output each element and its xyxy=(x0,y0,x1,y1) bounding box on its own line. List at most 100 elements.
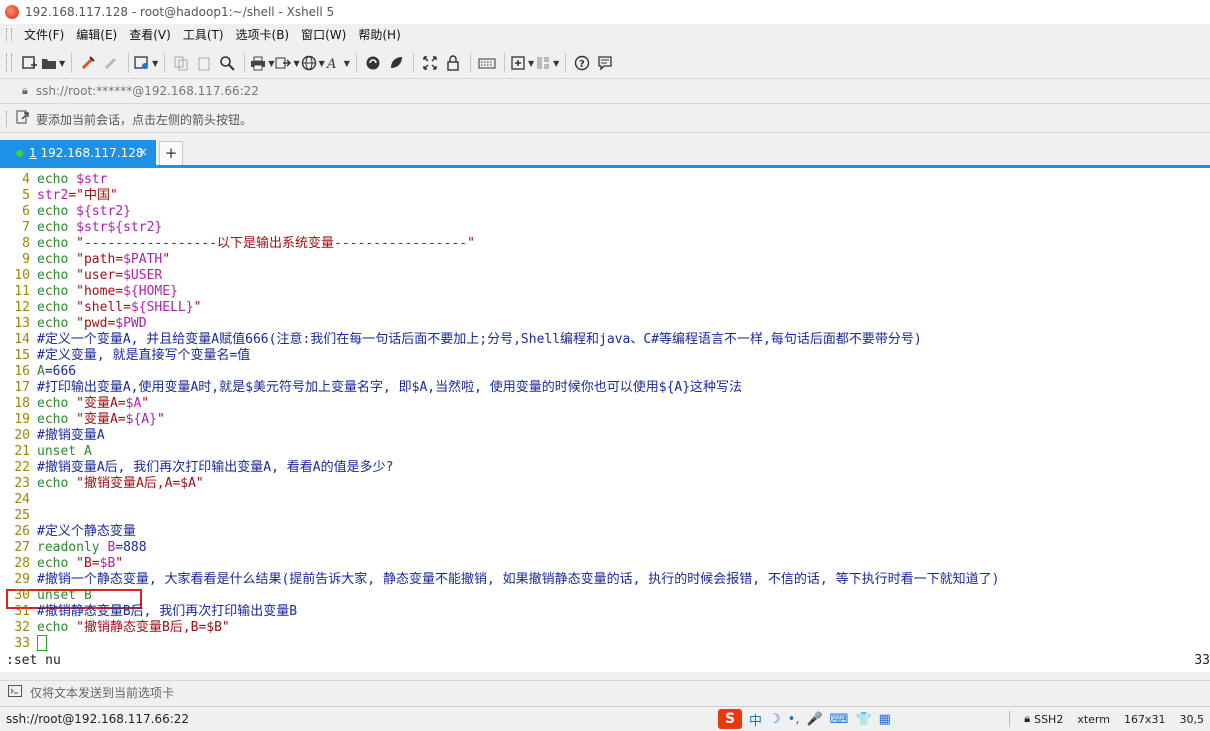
print-icon[interactable]: ▼ xyxy=(250,51,274,75)
code-token: =666 xyxy=(44,364,77,379)
terminal-area[interactable]: :set nu 33 4 echo $str 5 str2="中国" 6 echo ${s… xyxy=(0,168,1210,672)
copy-icon[interactable] xyxy=(170,51,192,75)
toolbar-separator xyxy=(355,53,357,73)
code-token: " xyxy=(193,300,202,315)
connected-status-icon xyxy=(16,149,23,157)
line-number: 22 xyxy=(14,460,30,475)
globe-icon[interactable]: ▼ xyxy=(301,51,325,75)
add-tab-icon[interactable]: ▼ xyxy=(510,51,534,75)
code-token: #定义一个变量A, 并且给变量A赋值666(注意:我们在每一句话后面不要加上;分… xyxy=(37,332,922,347)
code-token: echo xyxy=(37,268,77,283)
code-token: echo xyxy=(37,556,77,571)
add-session-arrow-icon[interactable] xyxy=(16,110,30,128)
code-token: "home= xyxy=(76,284,124,299)
find-icon[interactable] xyxy=(216,51,238,75)
send-text-icon[interactable] xyxy=(8,684,22,700)
terminal-line: 33 xyxy=(0,634,47,652)
sogou-logo-icon[interactable]: S xyxy=(718,709,742,729)
text-cursor xyxy=(37,634,47,651)
terminal-line: 17 #打印输出变量A,使用变量A时,就是$美元符号加上变量名字, 即$A,当然啦… xyxy=(0,380,742,396)
terminal-line: 10 echo "user=$USER xyxy=(0,268,162,284)
toolbar-separator xyxy=(164,53,166,73)
disconnect-icon[interactable] xyxy=(100,51,122,75)
code-token: echo xyxy=(37,252,77,267)
moon-icon[interactable]: ☽ xyxy=(769,712,781,727)
hintbar-grip[interactable] xyxy=(6,111,10,127)
menu-bar: 文件(F) 编辑(E) 查看(V) 工具(T) 选项卡(B) 窗口(W) 帮助(… xyxy=(0,24,1210,46)
skin-icon[interactable]: 👕 xyxy=(855,712,871,727)
terminal-line: 28 echo "B=$B" xyxy=(0,556,123,572)
terminal-line: 27 readonly B=888 xyxy=(0,540,146,556)
status-protocol: SSH2 xyxy=(1034,712,1064,726)
code-token: " xyxy=(156,412,165,427)
paste-icon[interactable] xyxy=(193,51,215,75)
terminal-line: 32 echo "撤销静态变量B后,B=$B" xyxy=(0,620,229,636)
layout-icon[interactable]: ▼ xyxy=(535,51,559,75)
code-token: " xyxy=(141,396,150,411)
keyboard-icon[interactable]: ⌨ xyxy=(830,712,849,727)
terminal-line: 5 str2="中国" xyxy=(0,188,118,204)
punctuation-icon[interactable]: •, xyxy=(788,712,800,727)
open-folder-icon[interactable]: ▼ xyxy=(41,51,65,75)
code-token: unset B xyxy=(37,588,92,603)
status-size: 167x31 xyxy=(1123,712,1166,726)
tab-session-1[interactable]: 1 192.168.117.128 × xyxy=(0,140,156,166)
line-number: 29 xyxy=(14,572,30,587)
session-address[interactable]: ssh://root:******@192.168.117.66:22 xyxy=(36,84,259,98)
terminal-line: 11 echo "home=${HOME} xyxy=(0,284,178,300)
code-token: ${SHELL} xyxy=(130,300,194,315)
code-token: "撤销变量A后,A=$A" xyxy=(76,476,204,491)
new-session-icon[interactable] xyxy=(18,51,40,75)
ime-chinese-mode[interactable]: 中 xyxy=(749,710,762,729)
menu-view[interactable]: 查看(V) xyxy=(123,25,177,45)
code-token: " xyxy=(115,556,124,571)
transfer-icon[interactable]: ▼ xyxy=(275,51,300,75)
chat-icon[interactable] xyxy=(594,51,616,75)
code-token: $B xyxy=(99,556,116,571)
line-number: 9 xyxy=(22,252,30,267)
terminal-line: 12 echo "shell=${SHELL}" xyxy=(0,300,201,316)
properties-icon[interactable]: ▼ xyxy=(134,51,158,75)
menu-help[interactable]: 帮助(H) xyxy=(352,25,406,45)
xftp-icon[interactable] xyxy=(362,51,384,75)
menu-tools[interactable]: 工具(T) xyxy=(177,25,230,45)
terminal-line: 24 xyxy=(0,492,37,508)
code-token: ${str2} xyxy=(76,204,131,219)
ime-toolbar[interactable]: S 中 ☽ •, 🎤 ⌨ 👕 ▦ xyxy=(718,707,891,731)
tab-number: 1 xyxy=(29,146,37,160)
keyboard-icon[interactable] xyxy=(476,51,498,75)
fullscreen-icon[interactable] xyxy=(419,51,441,75)
send-bar[interactable]: 仅将文本发送到当前选项卡 xyxy=(0,680,1210,703)
toolbar-separator xyxy=(128,53,130,73)
toolbox-icon[interactable]: ▦ xyxy=(879,712,891,727)
code-token: ${HOME} xyxy=(123,284,178,299)
code-token: #定义变量, 就是直接写个变量名=值 xyxy=(37,348,251,363)
script-icon[interactable] xyxy=(385,51,407,75)
toolbar-grip[interactable] xyxy=(6,54,12,72)
terminal-line: 20 #撤销变量A xyxy=(0,428,104,444)
terminal-line: 15 #定义变量, 就是直接写个变量名=值 xyxy=(0,348,250,364)
code-token: #打印输出变量A,使用变量A时,就是$美元符号加上变量名字, 即$A,当然啦, … xyxy=(37,380,743,395)
line-number: 20 xyxy=(14,428,30,443)
code-token: echo xyxy=(37,236,77,251)
code-token: echo xyxy=(37,220,77,235)
new-tab-button[interactable]: + xyxy=(159,141,183,166)
menu-edit[interactable]: 编辑(E) xyxy=(70,25,123,45)
menu-window[interactable]: 窗口(W) xyxy=(295,25,352,45)
terminal-line: 4 echo $str xyxy=(0,172,107,188)
menu-grip[interactable] xyxy=(6,28,12,42)
tab-close-icon[interactable]: × xyxy=(138,145,148,159)
terminal-line: 16 A=666 xyxy=(0,364,76,380)
address-lock-icon: 🔒︎ xyxy=(22,84,28,97)
terminal-line: 21 unset A xyxy=(0,444,91,460)
font-icon[interactable]: A ▼ xyxy=(326,51,350,75)
line-number: 23 xyxy=(14,476,30,491)
help-icon[interactable]: ? xyxy=(571,51,593,75)
reconnect-icon[interactable] xyxy=(77,51,99,75)
menu-tab[interactable]: 选项卡(B) xyxy=(230,25,296,45)
lock-icon[interactable] xyxy=(442,51,464,75)
line-number: 25 xyxy=(14,508,30,523)
microphone-icon[interactable]: 🎤 xyxy=(806,712,822,727)
terminal-line: 31 #撤销静态变量B后, 我们再次打印输出变量B xyxy=(0,604,297,620)
menu-file[interactable]: 文件(F) xyxy=(18,25,70,45)
